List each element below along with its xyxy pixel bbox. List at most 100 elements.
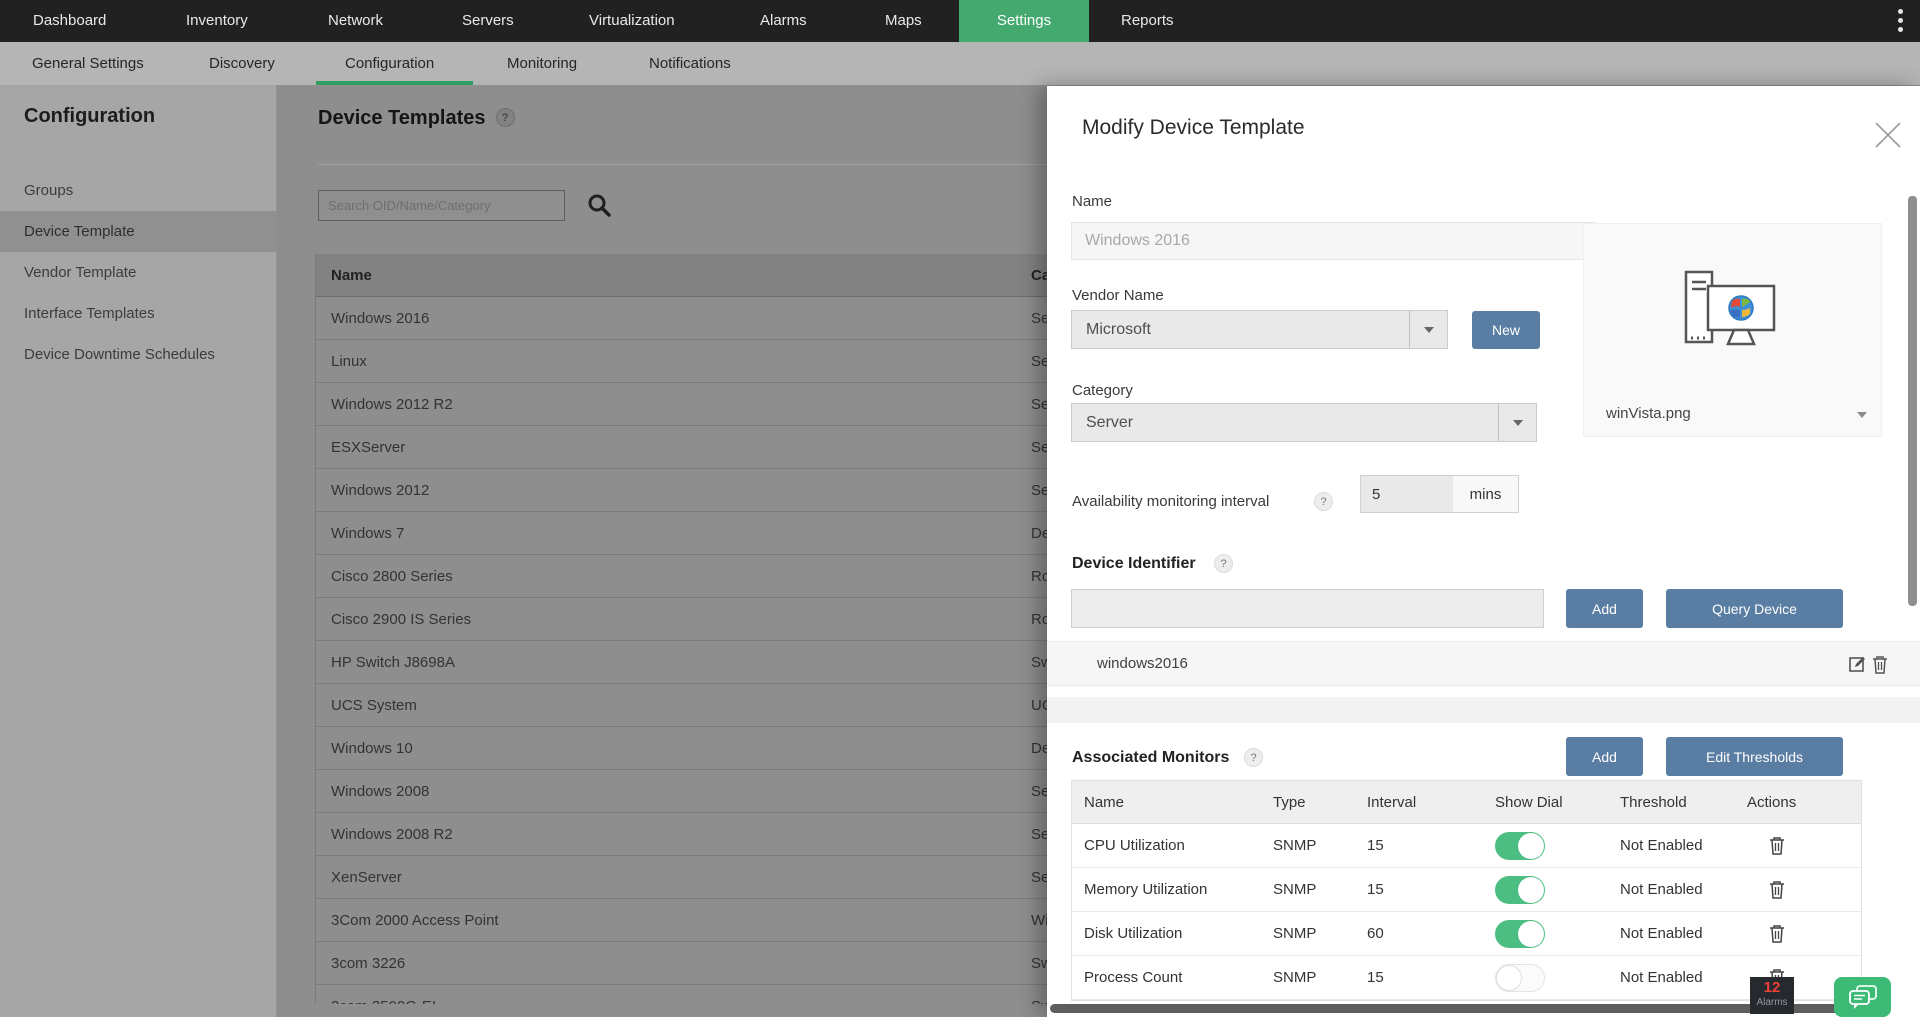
- name-label: Name: [1072, 193, 1113, 210]
- edit-icon[interactable]: [1849, 655, 1867, 673]
- device-name: Linux: [331, 353, 367, 370]
- identifier-entry-row: windows2016: [1047, 641, 1920, 686]
- edit-thresholds-button[interactable]: Edit Thresholds: [1666, 737, 1843, 776]
- vendor-label: Vendor Name: [1072, 287, 1164, 304]
- monitor-row: Process Count SNMP 15 Not Enabled: [1072, 956, 1861, 1000]
- tab-notifications[interactable]: Notifications: [649, 42, 731, 85]
- monitor-type: SNMP: [1273, 837, 1317, 854]
- show-dial-toggle[interactable]: [1495, 964, 1545, 992]
- new-vendor-button[interactable]: New: [1472, 311, 1540, 349]
- name-input[interactable]: [1071, 222, 1595, 260]
- sidebar-item-groups[interactable]: Groups: [0, 170, 277, 211]
- image-file-name: winVista.png: [1606, 405, 1691, 422]
- trash-icon[interactable]: [1769, 836, 1785, 860]
- tab-general-settings[interactable]: General Settings: [32, 42, 144, 85]
- column-header-threshold: Threshold: [1620, 794, 1687, 811]
- device-name: Windows 2016: [331, 310, 430, 327]
- alarms-badge[interactable]: 12 Alarms: [1750, 977, 1794, 1014]
- show-dial-toggle[interactable]: [1495, 832, 1545, 860]
- vertical-scrollbar[interactable]: [1908, 196, 1917, 606]
- vendor-caret-zone[interactable]: [1409, 311, 1447, 348]
- trash-icon[interactable]: [1872, 655, 1888, 674]
- trash-icon[interactable]: [1769, 880, 1785, 904]
- nav-item-servers[interactable]: Servers: [462, 0, 514, 42]
- nav-item-inventory[interactable]: Inventory: [186, 0, 248, 42]
- page-title-text: Device Templates: [318, 107, 486, 129]
- device-name: ESXServer: [331, 439, 406, 456]
- monitor-threshold: Not Enabled: [1620, 837, 1703, 854]
- sidebar-item-vendor-template[interactable]: Vendor Template: [0, 252, 277, 293]
- device-name: Windows 2012: [331, 482, 430, 499]
- page-title: Device Templates?: [318, 107, 515, 130]
- nav-item-virtualization[interactable]: Virtualization: [589, 0, 675, 42]
- column-header-name: Name: [1084, 794, 1125, 811]
- monitor-threshold: Not Enabled: [1620, 881, 1703, 898]
- category-caret-zone[interactable]: [1498, 404, 1536, 441]
- help-icon[interactable]: ?: [1244, 748, 1263, 767]
- chat-button[interactable]: [1834, 977, 1891, 1017]
- device-identifier-label: Device Identifier: [1072, 555, 1196, 572]
- image-dropdown-caret-icon[interactable]: [1857, 412, 1867, 418]
- device-name: Windows 2008: [331, 783, 430, 800]
- add-identifier-button[interactable]: Add: [1566, 589, 1643, 628]
- monitors-table-header: Name Type Interval Show Dial Threshold A…: [1072, 781, 1861, 824]
- vendor-select-value: Microsoft: [1086, 321, 1151, 338]
- show-dial-toggle[interactable]: [1495, 920, 1545, 948]
- identifier-list-footer: [1047, 697, 1920, 723]
- column-header-name[interactable]: Name: [331, 254, 372, 297]
- help-icon[interactable]: ?: [1314, 492, 1333, 511]
- nav-item-network[interactable]: Network: [328, 0, 383, 42]
- monitor-interval: 15: [1367, 969, 1384, 986]
- interval-unit-label: mins: [1453, 475, 1519, 513]
- category-select[interactable]: Server: [1071, 403, 1537, 442]
- settings-tab-bar: General Settings Discovery Configuration Mo…: [0, 42, 1920, 85]
- nav-item-alarms[interactable]: Alarms: [760, 0, 807, 42]
- tab-configuration[interactable]: Configuration: [345, 42, 434, 85]
- toggle-knob: [1518, 877, 1544, 903]
- alarm-count: 12: [1763, 979, 1781, 996]
- device-name: 3com 3500G-EI: [331, 985, 436, 1004]
- sidebar-item-interface-templates[interactable]: Interface Templates: [0, 293, 277, 334]
- chevron-down-icon: [1424, 326, 1434, 333]
- device-name: Windows 10: [331, 740, 413, 757]
- tab-monitoring[interactable]: Monitoring: [507, 42, 577, 85]
- sidebar-item-device-downtime-schedules[interactable]: Device Downtime Schedules: [0, 334, 277, 375]
- device-name: Cisco 2900 IS Series: [331, 611, 472, 628]
- help-icon[interactable]: ?: [1214, 554, 1233, 573]
- add-monitor-button[interactable]: Add: [1566, 737, 1643, 776]
- toggle-knob: [1496, 965, 1522, 991]
- device-image-preview: winVista.png: [1583, 223, 1882, 437]
- modal-title: Modify Device Template: [1082, 116, 1305, 139]
- nav-item-reports[interactable]: Reports: [1121, 0, 1174, 42]
- tab-discovery[interactable]: Discovery: [209, 42, 275, 85]
- close-icon[interactable]: [1873, 120, 1903, 150]
- device-identifier-input[interactable]: [1071, 589, 1544, 628]
- device-name: Windows 2012 R2: [331, 396, 453, 413]
- device-name: 3Com 2000 Access Point: [331, 912, 499, 929]
- nav-item-dashboard[interactable]: Dashboard: [33, 0, 106, 42]
- monitor-row: CPU Utilization SNMP 15 Not Enabled: [1072, 824, 1861, 868]
- vendor-select[interactable]: Microsoft: [1071, 310, 1448, 349]
- alarm-label: Alarms: [1756, 997, 1788, 1008]
- kebab-menu-icon[interactable]: [1898, 9, 1904, 33]
- device-name: UCS System: [331, 697, 417, 714]
- associated-monitors-label: Associated Monitors: [1072, 749, 1230, 766]
- column-header-show-dial: Show Dial: [1495, 794, 1563, 811]
- sidebar-item-device-template[interactable]: Device Template: [0, 211, 277, 252]
- monitor-interval: 15: [1367, 881, 1384, 898]
- monitor-name: Disk Utilization: [1084, 925, 1183, 942]
- search-input[interactable]: [318, 190, 565, 221]
- query-device-button[interactable]: Query Device: [1666, 589, 1843, 628]
- search-icon[interactable]: [586, 192, 612, 218]
- category-select-value: Server: [1086, 414, 1134, 431]
- device-name: HP Switch J8698A: [331, 654, 455, 671]
- trash-icon[interactable]: [1769, 924, 1785, 948]
- modify-device-template-modal: Modify Device Template Name winVista.png…: [1047, 86, 1920, 1017]
- interval-input[interactable]: [1360, 475, 1454, 513]
- interval-label: Availability monitoring interval: [1072, 493, 1270, 510]
- nav-item-settings[interactable]: Settings: [959, 0, 1089, 42]
- help-icon[interactable]: ?: [495, 108, 515, 127]
- nav-item-maps[interactable]: Maps: [885, 0, 922, 42]
- monitor-interval: 60: [1367, 925, 1384, 942]
- show-dial-toggle[interactable]: [1495, 876, 1545, 904]
